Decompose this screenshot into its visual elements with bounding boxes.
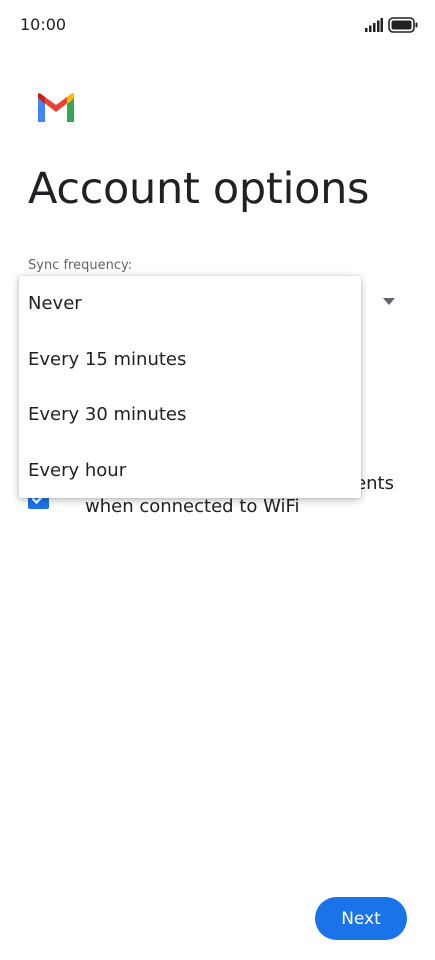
sync-frequency-dropdown: Never Every 15 minutes Every 30 minutes … bbox=[19, 276, 361, 498]
page-title: Account options bbox=[28, 164, 370, 214]
status-bar: 10:00 bbox=[0, 0, 435, 50]
signal-bars-icon bbox=[365, 18, 383, 32]
checkbox-label-line-2: when connected to WiFi bbox=[85, 496, 300, 517]
dropdown-option-every-hour[interactable]: Every hour bbox=[19, 443, 361, 499]
dropdown-arrow-icon[interactable] bbox=[383, 298, 395, 306]
sync-frequency-label: Sync frequency: bbox=[28, 258, 133, 273]
dropdown-option-every-15-minutes[interactable]: Every 15 minutes bbox=[19, 332, 361, 388]
dropdown-option-every-30-minutes[interactable]: Every 30 minutes bbox=[19, 387, 361, 443]
battery-full-icon bbox=[388, 17, 418, 33]
next-button[interactable]: Next bbox=[315, 897, 407, 940]
status-time: 10:00 bbox=[20, 15, 67, 34]
account-options-screen: 10:00 Account options Sync frequency: en… bbox=[0, 0, 435, 960]
gmail-logo-icon bbox=[38, 93, 74, 122]
dropdown-option-never[interactable]: Never bbox=[19, 276, 361, 332]
